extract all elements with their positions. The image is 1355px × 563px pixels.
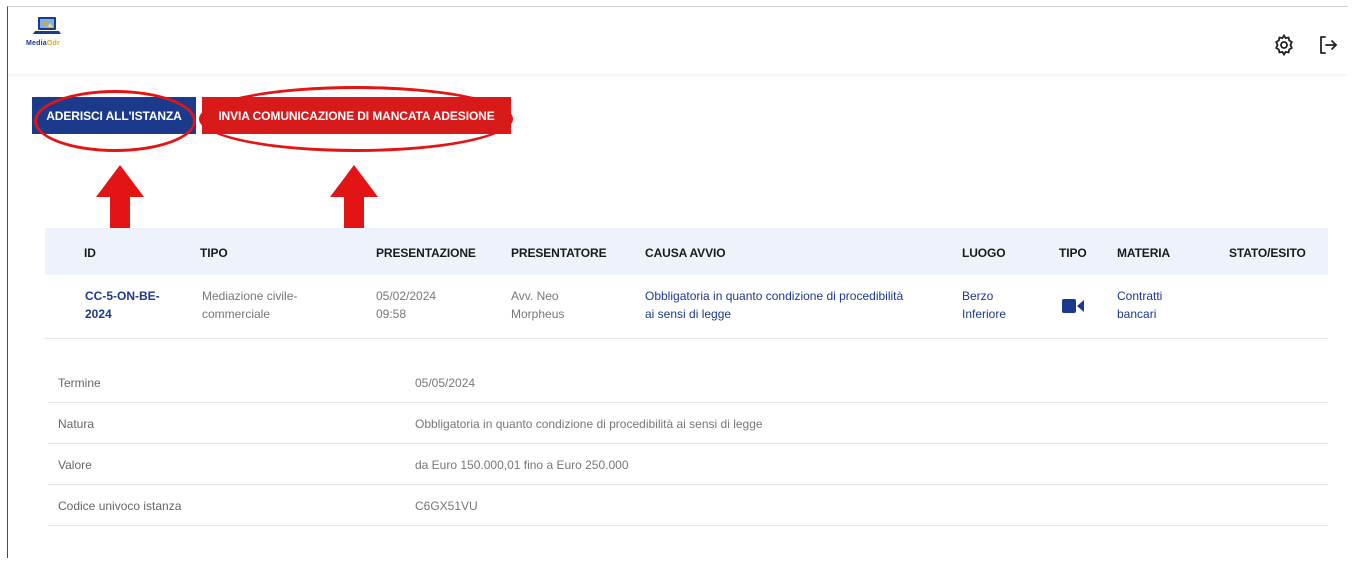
details-list: Termine 05/05/2024 Natura Obbligatoria i… <box>48 362 1328 526</box>
col-header-id: ID <box>84 246 96 260</box>
col-header-tipo: TIPO <box>200 246 228 260</box>
detail-row-natura: Natura Obbligatoria in quanto condizione… <box>48 403 1328 444</box>
detail-label: Natura <box>58 417 95 431</box>
istanze-table: ID TIPO PRESENTAZIONE PRESENTATORE CAUSA… <box>45 228 1328 339</box>
col-header-causa-avvio: CAUSA AVVIO <box>645 246 726 260</box>
decline-button[interactable]: INVIA COMUNICAZIONE DI MANCATA ADESIONE <box>202 97 511 134</box>
detail-row-termine: Termine 05/05/2024 <box>48 362 1328 403</box>
detail-value: C6GX51VU <box>415 499 478 513</box>
logout-icon[interactable] <box>1316 33 1340 57</box>
cell-materia: Contratti bancari <box>1117 289 1163 321</box>
cell-tipo: Mediazione civile-commerciale <box>202 289 298 321</box>
col-header-tipo-modalita: TIPO <box>1059 246 1087 260</box>
cell-causa-avvio: Obbligatoria in quanto condizione di pro… <box>645 289 904 321</box>
cell-presentatore: Avv. Neo Morpheus <box>511 289 565 321</box>
cell-id[interactable]: CC-5-ON-BE- 2024 <box>85 287 160 323</box>
detail-row-valore: Valore da Euro 150.000,01 fino a Euro 25… <box>48 444 1328 485</box>
gear-icon[interactable] <box>1272 33 1296 57</box>
col-header-presentatore: PRESENTATORE <box>511 246 607 260</box>
header-divider <box>8 74 1347 78</box>
logo-text: MediaOdr <box>26 40 60 47</box>
video-camera-icon <box>1062 299 1084 313</box>
col-header-stato-esito: STATO/ESITO <box>1229 246 1306 260</box>
detail-row-codice: Codice univoco istanza C6GX51VU <box>48 485 1328 526</box>
adhere-button[interactable]: ADERISCI ALL'ISTANZA <box>32 97 196 134</box>
col-header-luogo: LUOGO <box>962 246 1006 260</box>
table-header: ID TIPO PRESENTAZIONE PRESENTATORE CAUSA… <box>45 228 1328 275</box>
cell-luogo: Berzo Inferiore <box>962 289 1007 321</box>
cell-presentazione: 05/02/2024 09:58 <box>376 289 437 321</box>
detail-label: Termine <box>58 376 101 390</box>
col-header-materia: MATERIA <box>1117 246 1171 260</box>
detail-label: Valore <box>58 458 92 472</box>
detail-value: 05/05/2024 <box>415 376 476 390</box>
table-row[interactable]: CC-5-ON-BE- 2024 Mediazione civile-commer… <box>45 275 1328 339</box>
laptop-logo-icon <box>33 17 61 34</box>
detail-value: Obbligatoria in quanto condizione di pro… <box>415 417 763 431</box>
col-header-presentazione: PRESENTAZIONE <box>376 246 476 260</box>
detail-value: da Euro 150.000,01 fino a Euro 250.000 <box>415 458 629 472</box>
detail-label: Codice univoco istanza <box>58 499 182 513</box>
